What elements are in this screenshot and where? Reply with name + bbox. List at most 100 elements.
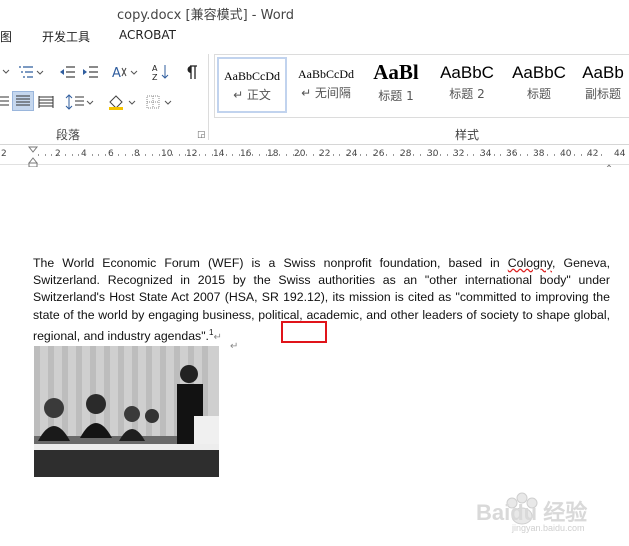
ruler-minor-tick [45,154,46,156]
multilevel-list-icon[interactable] [16,62,46,82]
paragraph-mark: ↵ [230,341,239,352]
horizontal-ruler[interactable]: 2246810121416182022242628303234363840424… [0,146,629,171]
ruler-minor-tick [252,154,253,156]
svg-text:A: A [152,64,158,73]
line-spacing-icon[interactable] [64,92,96,112]
highlight-box [281,321,327,343]
ruler-tick-label: 2 [1,149,7,159]
ruler-minor-tick [587,154,588,156]
ruler-minor-tick [447,154,448,156]
show-hide-marks-icon[interactable] [181,62,201,82]
ruler-minor-tick [172,154,173,156]
ruler-minor-tick [594,154,595,156]
svg-text:Z: Z [152,73,158,81]
ruler-minor-tick [232,154,233,156]
style-heading-1[interactable]: AaBl 标题 1 [363,57,429,113]
ruler-minor-tick [132,154,133,156]
bullets-dropdown-icon[interactable] [0,62,14,82]
ruler-minor-tick [393,154,394,156]
style-heading-2[interactable]: AaBbC 标题 2 [433,57,501,113]
ruler-minor-tick [346,154,347,156]
sort-icon[interactable]: AZ [150,62,172,82]
style-name: 副标题 [584,87,621,101]
ruler-tick-label: 24 [346,149,358,159]
style-sample: AaBb [582,63,624,82]
ruler-minor-tick [567,154,568,156]
ruler-minor-tick [125,154,126,156]
ruler-tick-label: 26 [373,149,385,159]
ruler-minor-tick [467,154,468,156]
ruler-tick-label: 42 [587,149,599,159]
ruler-minor-tick [514,154,515,156]
ruler-minor-tick [78,154,79,156]
ruler-minor-tick [520,154,521,156]
baidu-watermark: Baidu 经验 jingyan.baidu.com [468,487,618,537]
ruler-minor-tick [38,154,39,156]
distributed-icon[interactable] [36,92,56,112]
ruler-minor-tick [473,154,474,156]
ruler-minor-tick [192,154,193,156]
style-name: 标题 2 [449,87,485,101]
ruler-minor-tick [554,154,555,156]
style-no-spacing[interactable]: AaBbCcDd ↵ 无间隔 [291,57,361,113]
style-sample: AaBbC [440,63,494,82]
ruler-minor-tick [494,154,495,156]
ruler-minor-tick [272,154,273,156]
style-sample: AaBbCcDd [224,69,280,83]
style-sample: AaBbCcDd [298,67,354,81]
ruler-minor-tick [72,154,73,156]
styles-gallery: AaBbCcDd ↵ 正文 AaBbCcDd ↵ 无间隔 AaBl 标题 1 A… [214,54,629,118]
style-name: ↵ 无间隔 [301,86,351,100]
group-separator [208,54,209,140]
ruler-minor-tick [179,154,180,156]
ruler-minor-tick [165,154,166,156]
ruler-minor-tick [226,154,227,156]
asian-layout-icon[interactable]: A [110,62,140,82]
ruler-minor-tick [139,154,140,156]
ruler-minor-tick [313,154,314,156]
justify-button[interactable] [12,91,34,111]
ruler-minor-tick [460,154,461,156]
style-sample: AaBl [373,60,419,84]
ruler-minor-tick [112,154,113,156]
spelling-flagged-word[interactable]: Cologny [508,256,552,270]
paragraph-mark: ↵ [213,331,222,343]
ruler-minor-tick [339,154,340,156]
style-title[interactable]: AaBbC 标题 [505,57,573,113]
borders-icon[interactable] [144,92,174,112]
ruler-minor-tick [306,154,307,156]
ruler-minor-tick [400,154,401,156]
ruler-minor-tick [360,154,361,156]
svg-text:A: A [112,66,121,80]
increase-indent-icon[interactable] [79,62,101,82]
style-name: 标题 1 [378,89,414,103]
tab-developer[interactable]: 开发工具 [42,28,90,45]
tab-acrobat[interactable]: ACROBAT [119,28,176,42]
style-subtitle[interactable]: AaBb 副标题 [577,57,629,113]
title-bar: copy.docx [兼容模式] - Word [0,0,629,24]
ruler-minor-tick [440,154,441,156]
align-center-icon[interactable] [0,92,10,112]
style-sample: AaBbC [512,63,566,82]
ruler-minor-tick [353,154,354,156]
paragraph-dialog-launcher-icon[interactable]: ◲ [197,130,206,140]
style-normal[interactable]: AaBbCcDd ↵ 正文 [217,57,287,113]
ruler-minor-tick [266,154,267,156]
ruler-minor-tick [386,154,387,156]
ruler-minor-tick [487,154,488,156]
ruler-minor-tick [601,154,602,156]
ruler-minor-tick [500,154,501,156]
ruler-minor-tick [480,154,481,156]
historical-photo[interactable] [34,346,219,477]
tab-view[interactable]: 图 [0,28,12,45]
ruler-minor-tick [246,154,247,156]
ruler-minor-tick [51,154,52,156]
ruler-minor-tick [85,154,86,156]
decrease-indent-icon[interactable] [56,62,78,82]
ruler-tick-label: 32 [453,149,465,159]
shading-icon[interactable] [106,92,138,112]
styles-group-label: 样式 [455,128,480,142]
style-name: 标题 [526,87,551,101]
ruler-minor-tick [199,154,200,156]
ruler-minor-tick [293,154,294,156]
